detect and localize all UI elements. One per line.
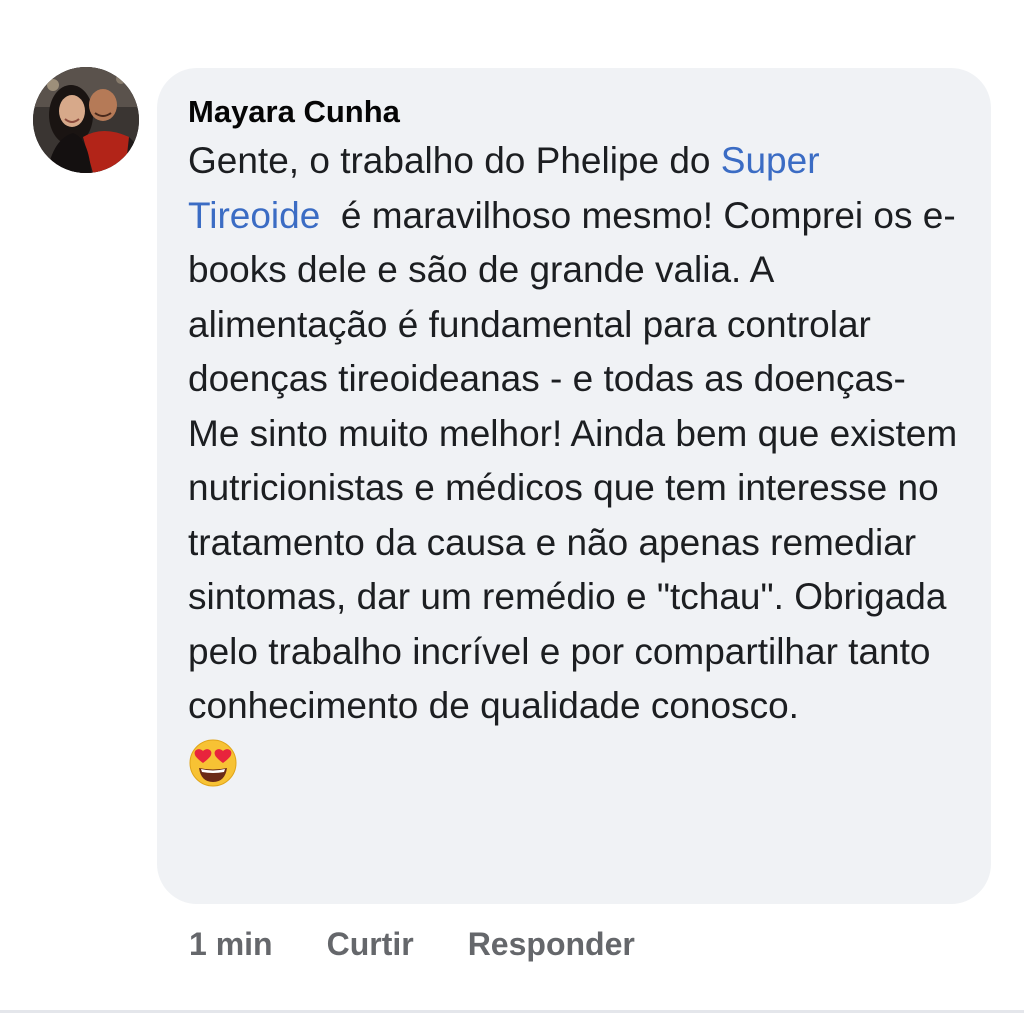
heart-eyes-emoji-icon [189, 739, 237, 786]
divider [0, 1010, 1024, 1013]
comment-actions: 1 min Curtir Responder [189, 922, 635, 966]
comment-screen: Mayara Cunha Gente, o trabalho do Phelip… [0, 0, 1024, 1034]
avatar[interactable] [33, 67, 139, 173]
profile-photo-icon [33, 67, 139, 173]
comment-text: Gente, o trabalho do Phelipe do Super Ti… [188, 134, 961, 734]
comment-text-rest: é maravilhoso mesmo! Comprei os e-books … [188, 194, 968, 727]
reply-button[interactable]: Responder [468, 926, 635, 963]
comment-timestamp[interactable]: 1 min [189, 926, 273, 963]
comment-text-start: Gente, o trabalho do Phelipe do [188, 140, 721, 181]
comment-bubble: Mayara Cunha Gente, o trabalho do Phelip… [157, 68, 991, 904]
like-button[interactable]: Curtir [327, 926, 414, 963]
comment-author[interactable]: Mayara Cunha [188, 92, 961, 132]
